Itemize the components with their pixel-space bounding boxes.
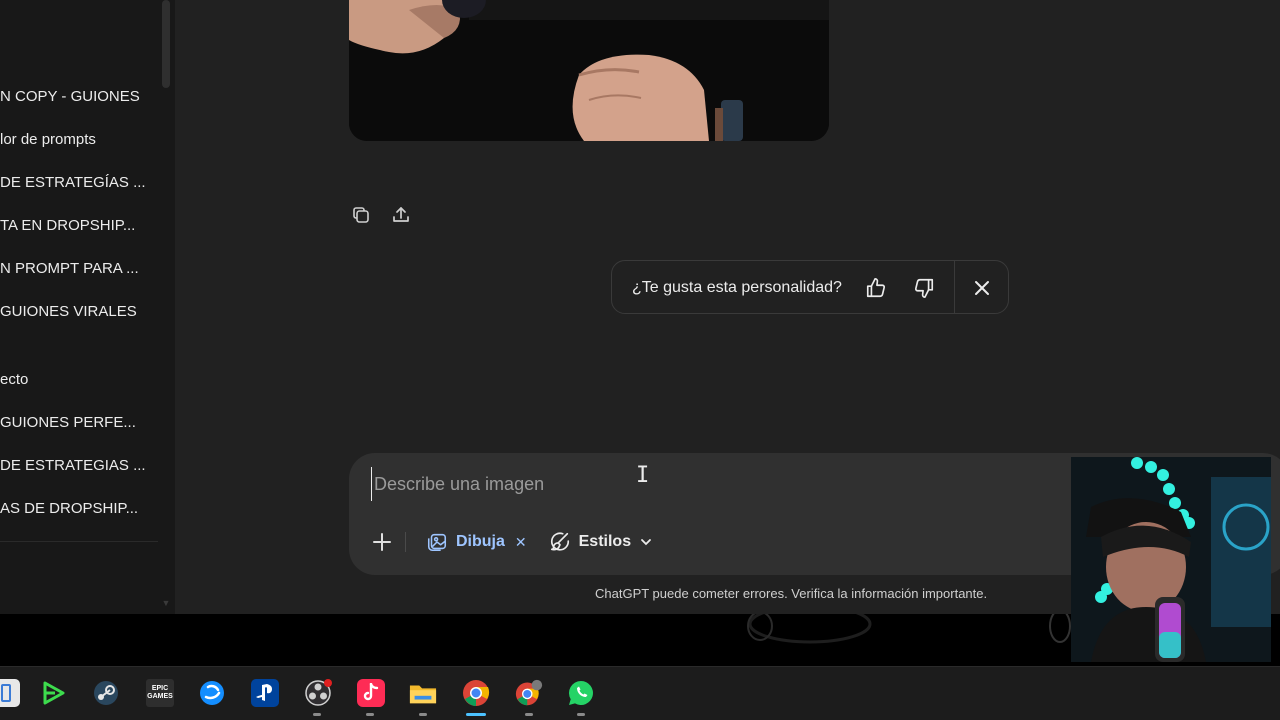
sidebar-chat-item[interactable]: TA EN DROPSHIP... — [0, 215, 158, 237]
epic-games-icon[interactable]: EPIC GAMES — [146, 679, 174, 707]
feedback-question: ¿Te gusta esta personalidad? — [632, 279, 842, 296]
sidebar: N COPY - GUIONES lor de prompts DE ESTRA… — [0, 0, 175, 614]
file-explorer-icon[interactable] — [409, 679, 437, 707]
draw-tool-label: Dibuja — [456, 533, 505, 550]
styles-label: Estilos — [578, 533, 632, 550]
styles-dropdown[interactable]: Estilos — [549, 531, 653, 553]
add-attachment-button[interactable] — [369, 529, 395, 555]
playstation-icon[interactable] — [251, 679, 279, 707]
close-icon[interactable] — [970, 276, 994, 300]
chevron-down-icon — [641, 539, 651, 546]
sidebar-chat-item[interactable]: GUIONES PERFE... — [0, 412, 158, 434]
sidebar-scrollbar[interactable] — [158, 0, 174, 614]
sidebar-chat-item[interactable]: DE ESTRATEGÍAS ... — [0, 172, 158, 194]
toolbar-divider — [405, 532, 406, 552]
thumbs-up-icon[interactable] — [864, 276, 888, 300]
gamepass-icon[interactable] — [40, 679, 68, 707]
battlenet-icon[interactable] — [198, 679, 226, 707]
scroll-down-arrow-icon[interactable]: ▼ — [160, 598, 172, 608]
sidebar-divider — [0, 541, 158, 542]
remove-tool-icon[interactable]: ✕ — [515, 534, 527, 551]
generated-image[interactable] — [349, 0, 829, 141]
obs-icon[interactable] — [304, 679, 332, 707]
chrome-profile-icon[interactable] — [515, 679, 543, 707]
text-cursor-icon: I — [636, 463, 650, 488]
draw-tool-chip[interactable]: Dibuja ✕ — [426, 531, 527, 553]
sidebar-chat-item[interactable]: DE ESTRATEGIAS ... — [0, 455, 158, 477]
whatsapp-icon[interactable] — [567, 679, 595, 707]
feedback-divider — [954, 261, 955, 313]
thumbs-down-icon[interactable] — [912, 276, 936, 300]
sidebar-scrollbar-thumb[interactable] — [162, 0, 170, 88]
message-actions — [349, 203, 413, 227]
prompt-input[interactable] — [371, 467, 1051, 501]
webcam-overlay — [1071, 457, 1271, 662]
active-app-indicator — [466, 713, 486, 716]
sidebar-chat-item[interactable]: lor de prompts — [0, 129, 158, 151]
running-indicator — [313, 713, 321, 716]
sidebar-chat-item[interactable]: ecto — [0, 369, 158, 391]
disclaimer-text: ChatGPT puede cometer errores. Verifica … — [595, 586, 988, 601]
sidebar-chat-item[interactable]: AS DE DROPSHIP... — [0, 498, 158, 520]
steam-icon[interactable] — [92, 679, 120, 707]
composer-toolbar: Dibuja ✕ Estilos — [369, 527, 653, 557]
copy-icon[interactable] — [349, 203, 373, 227]
sidebar-chat-item[interactable]: GUIONES VIRALES — [0, 301, 158, 323]
chrome-icon[interactable] — [462, 679, 490, 707]
app-icon[interactable] — [0, 679, 20, 707]
epic-games-label: EPIC GAMES — [147, 685, 173, 700]
running-indicator — [577, 713, 585, 716]
running-indicator — [419, 713, 427, 716]
sidebar-chat-item[interactable]: N PROMPT PARA ... — [0, 258, 158, 280]
running-indicator — [525, 713, 533, 716]
image-tool-icon — [427, 533, 447, 552]
running-indicator — [366, 713, 374, 716]
tiktok-icon[interactable] — [357, 679, 385, 707]
sidebar-chat-item[interactable]: N COPY - GUIONES — [0, 86, 158, 108]
brush-icon — [550, 532, 569, 551]
share-icon[interactable] — [389, 203, 413, 227]
personality-feedback-toast: ¿Te gusta esta personalidad? — [611, 260, 1009, 314]
taskbar: EPIC GAMES — [0, 666, 1280, 720]
